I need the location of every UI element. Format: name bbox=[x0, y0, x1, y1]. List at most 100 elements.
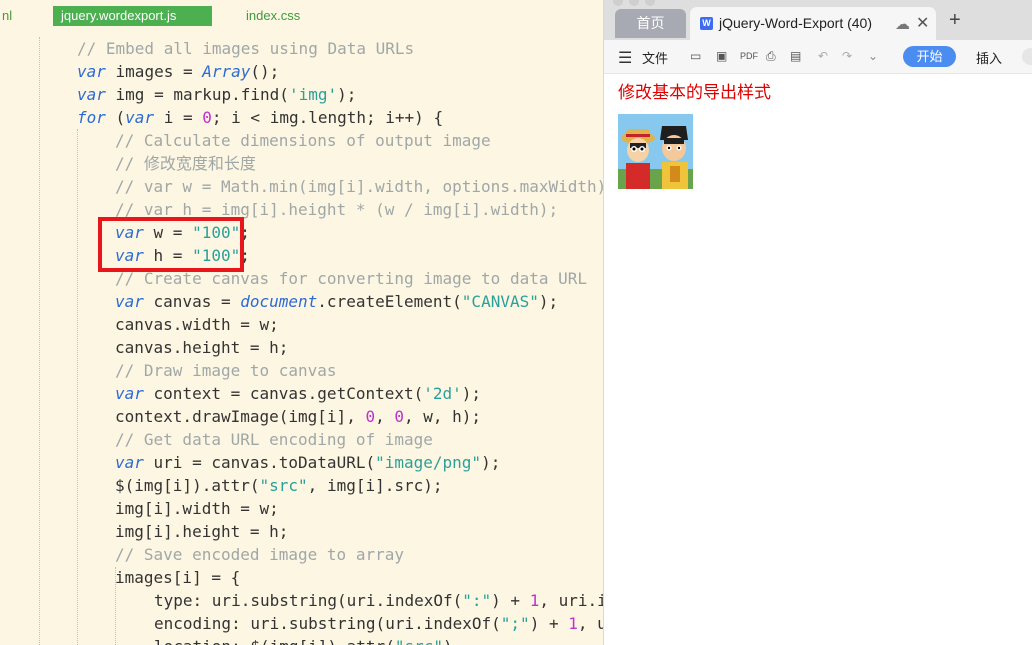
code-token: var bbox=[77, 62, 106, 81]
code-token: ) + bbox=[529, 614, 569, 633]
code-token: 1 bbox=[568, 614, 578, 633]
document-page: 修改基本的导出样式 bbox=[604, 74, 1032, 645]
code-line[interactable]: var img = markup.find('img'); bbox=[77, 83, 356, 106]
code-token: ), bbox=[443, 637, 462, 645]
code-token: images[i] = { bbox=[115, 568, 241, 587]
window-zoom-dot[interactable] bbox=[645, 0, 655, 6]
code-line[interactable]: var images = Array(); bbox=[77, 60, 279, 83]
indent-guide bbox=[77, 129, 78, 645]
tab-document-title: jQuery-Word-Export (40) bbox=[719, 15, 873, 31]
code-token: , bbox=[375, 407, 395, 426]
insert-tab[interactable]: 插入 bbox=[976, 48, 1002, 67]
highlight-box bbox=[98, 217, 244, 272]
code-token: ";" bbox=[500, 614, 530, 633]
code-token: 0 bbox=[394, 407, 404, 426]
code-line[interactable]: context.drawImage(img[i], 0, 0, w, h); bbox=[115, 405, 481, 428]
code-token: , u bbox=[577, 614, 603, 633]
code-token: ); bbox=[337, 85, 357, 104]
editor-tab-wordexport-js[interactable]: jquery.wordexport.js bbox=[53, 6, 212, 26]
open-folder-icon[interactable]: ▭ bbox=[690, 49, 701, 63]
new-tab-plus-icon[interactable]: + bbox=[949, 9, 961, 32]
code-token: images = bbox=[105, 62, 203, 81]
window-close-dot[interactable] bbox=[613, 0, 623, 6]
tab-home[interactable]: 首页 bbox=[615, 9, 686, 38]
code-line[interactable]: for (var i = 0; i < img.length; i++) { bbox=[77, 106, 443, 129]
code-token: var bbox=[115, 292, 144, 311]
code-token: ); bbox=[538, 292, 559, 311]
code-line[interactable]: var canvas = document.createElement("CAN… bbox=[115, 290, 558, 313]
code-token: var bbox=[77, 85, 106, 104]
file-menu[interactable]: 文件 bbox=[642, 48, 668, 67]
code-line[interactable]: var context = canvas.getContext('2d'); bbox=[115, 382, 481, 405]
code-token: Array bbox=[202, 62, 251, 81]
code-line[interactable]: canvas.width = w; bbox=[115, 313, 279, 336]
close-icon[interactable]: ✕ bbox=[916, 13, 929, 33]
code-line[interactable]: // Calculate dimensions of output image bbox=[115, 129, 491, 152]
code-token: "CANVAS" bbox=[461, 292, 539, 311]
code-line[interactable]: encoding: uri.substring(uri.indexOf(";")… bbox=[154, 612, 603, 635]
code-token: ) + bbox=[491, 591, 530, 610]
code-line[interactable]: images[i] = { bbox=[115, 566, 240, 589]
code-line[interactable]: // 修改宽度和长度 bbox=[115, 152, 256, 175]
browser-window: 首页 W jQuery-Word-Export (40) ☁ ✕ + ☰ 文件 … bbox=[603, 0, 1032, 645]
code-line[interactable]: img[i].height = h; bbox=[115, 520, 288, 543]
export-pdf-icon[interactable]: PDF bbox=[740, 51, 758, 61]
editor-tab-bar: nl jquery.wordexport.js index.css bbox=[0, 0, 603, 32]
code-token: ; i < img.length; i++) { bbox=[211, 108, 444, 127]
preview-icon[interactable]: ▤ bbox=[790, 49, 801, 63]
redo-icon[interactable]: ↷ bbox=[842, 49, 852, 63]
code-token: $(img[i]).attr( bbox=[115, 476, 260, 495]
code-line[interactable]: // Get data URL encoding of image bbox=[115, 428, 433, 451]
editor-tab-html[interactable]: nl bbox=[0, 6, 20, 26]
tab-document[interactable]: W jQuery-Word-Export (40) ☁ ✕ bbox=[690, 7, 936, 40]
print-icon[interactable]: ⎙ bbox=[766, 49, 776, 64]
undo-icon[interactable]: ↶ bbox=[818, 49, 828, 63]
code-token: , w, h); bbox=[404, 407, 482, 426]
code-token: var bbox=[125, 108, 155, 127]
code-token: document bbox=[240, 292, 318, 311]
code-token: var bbox=[115, 453, 144, 472]
code-line[interactable]: // Save encoded image to array bbox=[115, 543, 404, 566]
window-minimize-dot[interactable] bbox=[629, 0, 639, 6]
more-chevron-icon[interactable]: ⌄ bbox=[868, 49, 878, 63]
code-token: // Calculate dimensions of output image bbox=[115, 131, 491, 150]
code-token: "image/png" bbox=[375, 453, 482, 472]
code-line[interactable]: var uri = canvas.toDataURL("image/png"); bbox=[115, 451, 500, 474]
document-toolbar: ☰ 文件 ▭ ▣ PDF ⎙ ▤ ↶ ↷ ⌄ 开始 插入 bbox=[604, 40, 1032, 74]
cloud-icon[interactable]: ☁ bbox=[895, 15, 910, 33]
code-token: // Draw image to canvas bbox=[115, 361, 337, 380]
code-line[interactable]: location: $(img[i]).attr("src"), bbox=[154, 635, 462, 645]
browser-tab-strip: 首页 W jQuery-Word-Export (40) ☁ ✕ + bbox=[604, 0, 1032, 40]
code-line[interactable]: $(img[i]).attr("src", img[i].src); bbox=[115, 474, 443, 497]
toggle-switch[interactable] bbox=[1022, 48, 1032, 65]
code-token: ); bbox=[461, 384, 482, 403]
code-token: location: $(img[i]).attr( bbox=[154, 637, 395, 645]
code-line[interactable]: img[i].width = w; bbox=[115, 497, 279, 520]
code-editor[interactable]: nl jquery.wordexport.js index.css // Emb… bbox=[0, 0, 603, 645]
code-line[interactable]: // var w = Math.min(img[i].width, option… bbox=[115, 175, 603, 198]
code-token: 1 bbox=[529, 591, 540, 610]
code-token: ); bbox=[481, 453, 501, 472]
code-line[interactable]: canvas.height = h; bbox=[115, 336, 288, 359]
code-line[interactable]: // Embed all images using Data URLs bbox=[77, 37, 414, 60]
editor-tab-index-css[interactable]: index.css bbox=[238, 6, 308, 26]
code-line[interactable]: // Draw image to canvas bbox=[115, 359, 337, 382]
code-token: 'img' bbox=[288, 85, 338, 104]
code-token: "src" bbox=[259, 476, 308, 495]
start-tab-button[interactable]: 开始 bbox=[903, 46, 956, 67]
hamburger-menu-icon[interactable]: ☰ bbox=[618, 48, 632, 68]
word-doc-icon: W bbox=[700, 17, 713, 30]
code-token: , img[i].src); bbox=[307, 476, 443, 495]
code-token: type: uri.substring(uri.indexOf( bbox=[154, 591, 463, 610]
code-line[interactable]: type: uri.substring(uri.indexOf(":") + 1… bbox=[154, 589, 603, 612]
save-icon[interactable]: ▣ bbox=[716, 49, 727, 63]
code-token: canvas = bbox=[143, 292, 241, 311]
document-image bbox=[618, 114, 693, 189]
code-token: context.drawImage(img[i], bbox=[115, 407, 366, 426]
document-heading: 修改基本的导出样式 bbox=[618, 83, 771, 103]
indent-guide bbox=[39, 37, 40, 645]
code-token: img[i].width = w; bbox=[115, 499, 279, 518]
code-token: ( bbox=[105, 108, 126, 127]
code-token: 0 bbox=[365, 407, 376, 426]
code-token: 0 bbox=[202, 108, 212, 127]
